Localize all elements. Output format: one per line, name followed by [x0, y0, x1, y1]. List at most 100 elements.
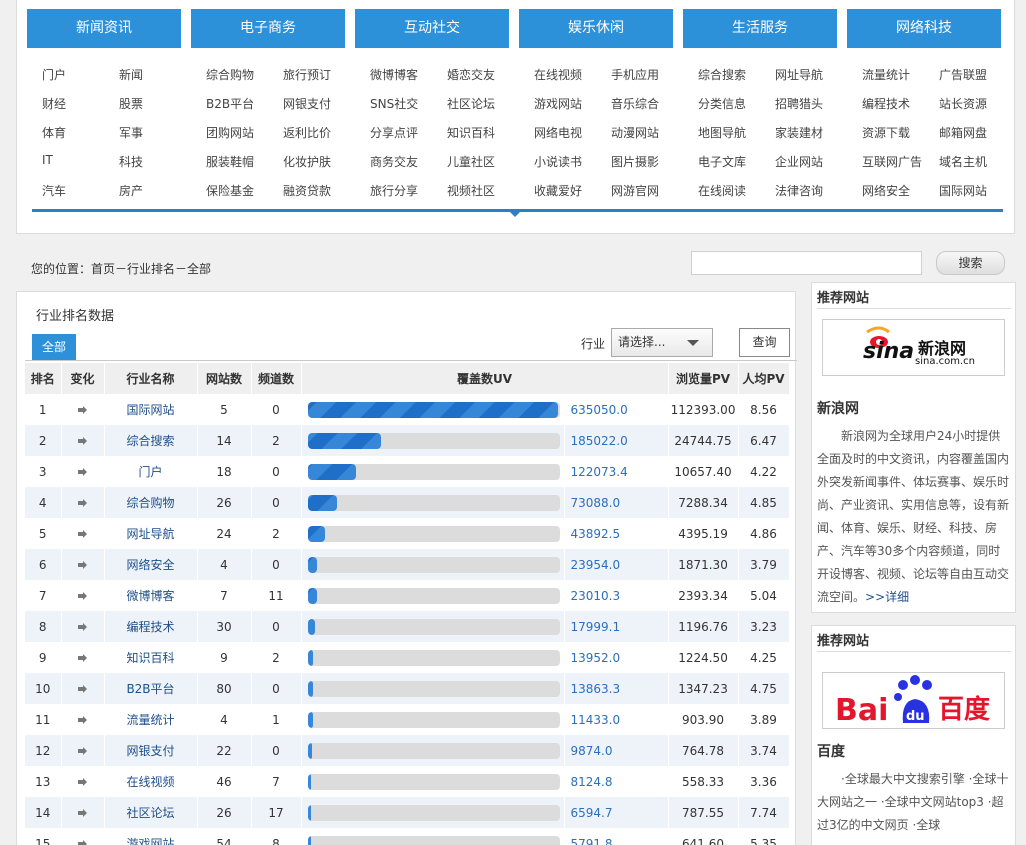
industry-link[interactable]: 网址导航: [126, 527, 174, 541]
query-button[interactable]: 查询: [739, 328, 790, 357]
category-link[interactable]: 招聘猎头: [775, 95, 823, 112]
category-link[interactable]: 流量统计: [862, 66, 910, 83]
col-rank-header[interactable]: 排名: [25, 363, 62, 394]
col-pv-header[interactable]: 浏览量PV: [668, 363, 739, 394]
category-link[interactable]: 网游官网: [611, 182, 659, 199]
category-header[interactable]: 网络科技: [847, 9, 1001, 48]
uv-value-cell[interactable]: 635050.0: [564, 394, 669, 425]
category-link[interactable]: 音乐综合: [611, 95, 659, 112]
industry-link[interactable]: 流量统计: [126, 713, 174, 727]
col-avg-header[interactable]: 人均PV: [738, 363, 790, 394]
category-link[interactable]: 网络电视: [534, 124, 582, 141]
industry-link[interactable]: 门户: [138, 465, 162, 479]
category-link[interactable]: 编程技术: [862, 95, 910, 112]
category-link[interactable]: 在线视频: [534, 66, 582, 83]
category-header[interactable]: 生活服务: [683, 9, 837, 48]
category-link[interactable]: 门户: [42, 66, 66, 83]
category-link[interactable]: 企业网站: [775, 153, 823, 170]
uv-value-cell[interactable]: 73088.0: [564, 487, 669, 518]
category-link[interactable]: 地图导航: [698, 124, 746, 141]
category-link[interactable]: 动漫网站: [611, 124, 659, 141]
category-link[interactable]: IT: [42, 153, 53, 167]
uv-value-cell[interactable]: 23954.0: [564, 549, 669, 580]
industry-link[interactable]: 国际网站: [126, 403, 174, 417]
category-link[interactable]: 游戏网站: [534, 95, 582, 112]
industry-link[interactable]: 综合购物: [126, 496, 174, 510]
category-link[interactable]: 域名主机: [939, 153, 987, 170]
col-sites-header[interactable]: 网站数: [197, 363, 252, 394]
category-link[interactable]: 新闻: [119, 66, 143, 83]
uv-value-cell[interactable]: 8124.8: [564, 766, 669, 797]
category-link[interactable]: 财经: [42, 95, 66, 112]
uv-value-cell[interactable]: 17999.1: [564, 611, 669, 642]
category-link[interactable]: 法律咨询: [775, 182, 823, 199]
category-link[interactable]: 家装建材: [775, 124, 823, 141]
uv-value-cell[interactable]: 5791.8: [564, 828, 669, 845]
category-link[interactable]: 体育: [42, 124, 66, 141]
category-header[interactable]: 娱乐休闲: [519, 9, 673, 48]
uv-value-cell[interactable]: 11433.0: [564, 704, 669, 735]
category-link[interactable]: 站长资源: [939, 95, 987, 112]
col-channels-header[interactable]: 频道数: [251, 363, 302, 394]
category-header[interactable]: 新闻资讯: [27, 9, 181, 48]
uv-value-cell[interactable]: 23010.3: [564, 580, 669, 611]
search-button[interactable]: 搜索: [936, 251, 1005, 275]
col-uv-header[interactable]: 覆盖数UV: [301, 363, 669, 394]
category-link[interactable]: 分类信息: [698, 95, 746, 112]
category-link[interactable]: 知识百科: [447, 124, 495, 141]
category-link[interactable]: B2B平台: [206, 95, 254, 112]
category-link[interactable]: 团购网站: [206, 124, 254, 141]
industry-link[interactable]: 社区论坛: [126, 806, 174, 820]
uv-value-cell[interactable]: 9874.0: [564, 735, 669, 766]
category-link[interactable]: 商务交友: [370, 153, 418, 170]
more-link[interactable]: >>详细: [865, 590, 909, 604]
industry-link[interactable]: 网银支付: [126, 744, 174, 758]
category-link[interactable]: 手机应用: [611, 66, 659, 83]
uv-value-cell[interactable]: 43892.5: [564, 518, 669, 549]
category-link[interactable]: 旅行分享: [370, 182, 418, 199]
category-link[interactable]: 婚恋交友: [447, 66, 495, 83]
industry-link[interactable]: 编程技术: [126, 620, 174, 634]
industry-link[interactable]: 知识百科: [126, 651, 174, 665]
category-link[interactable]: 网址导航: [775, 66, 823, 83]
category-link[interactable]: 网银支付: [283, 95, 331, 112]
category-link[interactable]: 综合购物: [206, 66, 254, 83]
category-link[interactable]: 社区论坛: [447, 95, 495, 112]
category-link[interactable]: 分享点评: [370, 124, 418, 141]
category-link[interactable]: 返利比价: [283, 124, 331, 141]
industry-select[interactable]: 请选择...: [611, 328, 713, 357]
category-link[interactable]: SNS社交: [370, 95, 418, 112]
category-link[interactable]: 化妆护肤: [283, 153, 331, 170]
uv-value-cell[interactable]: 122073.4: [564, 456, 669, 487]
uv-value-cell[interactable]: 13952.0: [564, 642, 669, 673]
category-link[interactable]: 广告联盟: [939, 66, 987, 83]
uv-value-cell[interactable]: 185022.0: [564, 425, 669, 456]
tab-all[interactable]: 全部: [32, 334, 76, 361]
category-link[interactable]: 科技: [119, 153, 143, 170]
industry-link[interactable]: 微博博客: [126, 589, 174, 603]
category-link[interactable]: 国际网站: [939, 182, 987, 199]
category-link[interactable]: 保险基金: [206, 182, 254, 199]
category-link[interactable]: 股票: [119, 95, 143, 112]
category-link[interactable]: 资源下载: [862, 124, 910, 141]
category-link[interactable]: 军事: [119, 124, 143, 141]
uv-value-cell[interactable]: 6594.7: [564, 797, 669, 828]
category-link[interactable]: 房产: [119, 182, 143, 199]
industry-link[interactable]: 在线视频: [126, 775, 174, 789]
category-link[interactable]: 融资贷款: [283, 182, 331, 199]
industry-link[interactable]: 网络安全: [126, 558, 174, 572]
category-header[interactable]: 互动社交: [355, 9, 509, 48]
category-link[interactable]: 收藏爱好: [534, 182, 582, 199]
category-link[interactable]: 微博博客: [370, 66, 418, 83]
category-link[interactable]: 汽车: [42, 182, 66, 199]
category-link[interactable]: 视频社区: [447, 182, 495, 199]
category-header[interactable]: 电子商务: [191, 9, 345, 48]
category-link[interactable]: 邮箱网盘: [939, 124, 987, 141]
industry-link[interactable]: 综合搜索: [126, 434, 174, 448]
category-link[interactable]: 旅行预订: [283, 66, 331, 83]
category-link[interactable]: 小说读书: [534, 153, 582, 170]
uv-value-cell[interactable]: 13863.3: [564, 673, 669, 704]
col-change-header[interactable]: 变化: [61, 363, 105, 394]
category-link[interactable]: 综合搜索: [698, 66, 746, 83]
category-link[interactable]: 儿童社区: [447, 153, 495, 170]
